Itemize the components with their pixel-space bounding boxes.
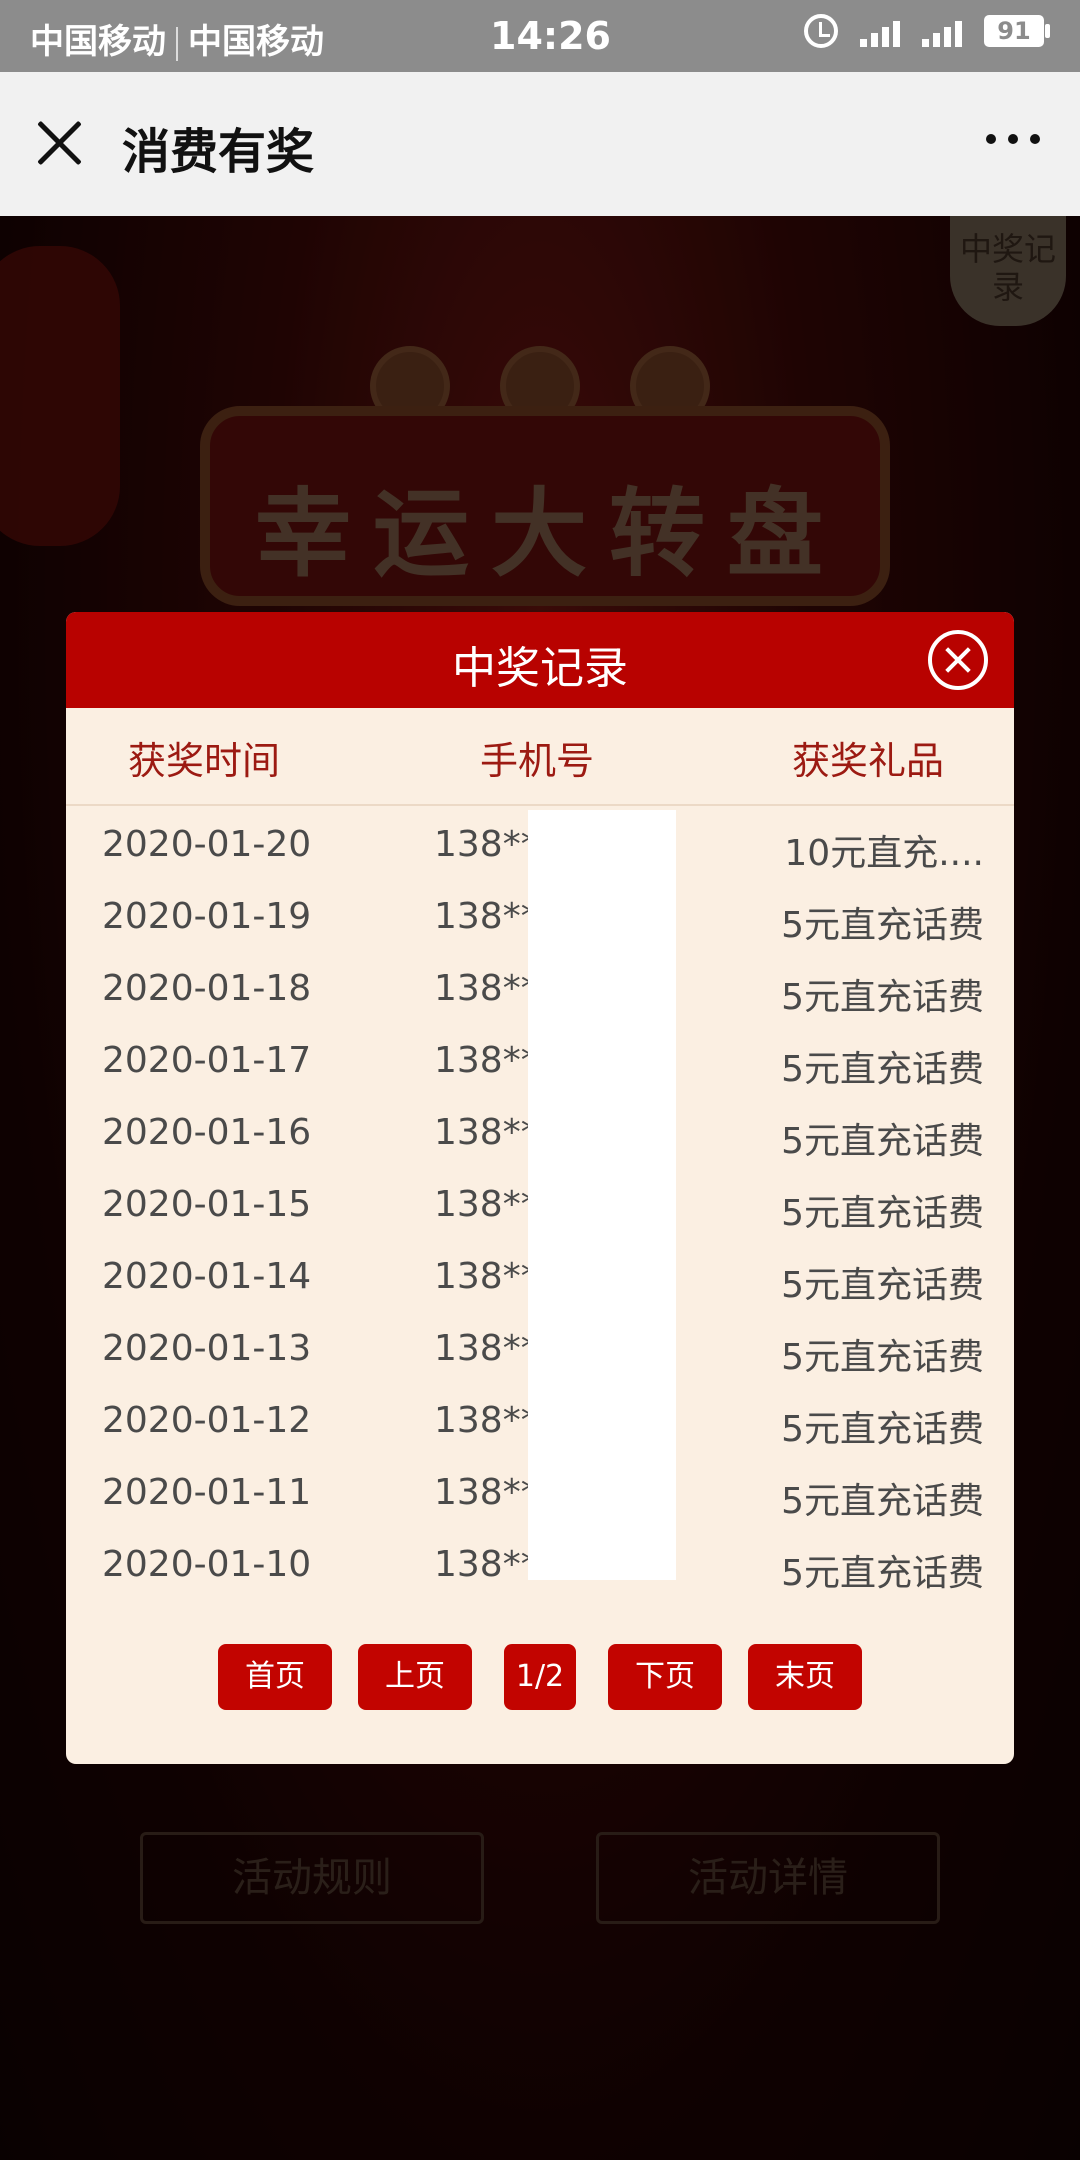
win-record-dialog: 中奖记录 获奖时间 手机号 获奖礼品 2020-01-20 138** 10元直充.… (66, 612, 1014, 1764)
row-prize: 10元直充.... (784, 833, 984, 874)
row-date: 2020-01-16 (102, 1112, 312, 1153)
battery-icon: 91 (984, 15, 1050, 47)
row-phone: 138** (434, 1400, 539, 1441)
carrier-1: 中国移动 (30, 22, 166, 62)
column-header-prize: 获奖礼品 (792, 739, 945, 783)
row-date: 2020-01-17 (102, 1040, 312, 1081)
pagination: 首页 上页 1/2 下页 末页 (66, 1644, 1014, 1710)
row-date: 2020-01-12 (102, 1400, 312, 1441)
table-header: 获奖时间 手机号 获奖礼品 (66, 708, 1014, 806)
row-phone: 138** (434, 896, 539, 937)
row-date: 2020-01-15 (102, 1184, 312, 1225)
row-phone: 138** (434, 1472, 539, 1513)
status-bar: 中国移动 中国移动 14:26 91 (0, 0, 1080, 72)
nav-bar: 消费有奖 (0, 72, 1080, 216)
row-date: 2020-01-14 (102, 1256, 312, 1297)
next-page-button[interactable]: 下页 (608, 1644, 722, 1710)
row-date: 2020-01-11 (102, 1472, 312, 1513)
phone-redaction-block (528, 810, 676, 1580)
carrier-2: 中国移动 (188, 22, 324, 62)
carrier-info: 中国移动 中国移动 (30, 14, 324, 63)
row-prize: 5元直充话费 (781, 1481, 984, 1522)
battery-level: 91 (997, 17, 1031, 45)
row-prize: 5元直充话费 (781, 1409, 984, 1450)
row-prize: 5元直充话费 (781, 977, 984, 1018)
signal-icon (860, 15, 900, 47)
row-prize: 5元直充话费 (781, 1337, 984, 1378)
row-prize: 5元直充话费 (781, 1121, 984, 1162)
row-phone: 138** (434, 1256, 539, 1297)
signal-4g-icon (922, 15, 962, 47)
column-header-phone: 手机号 (480, 739, 595, 783)
first-page-button[interactable]: 首页 (218, 1644, 332, 1710)
row-prize: 5元直充话费 (781, 905, 984, 946)
row-prize: 5元直充话费 (781, 1553, 984, 1594)
row-date: 2020-01-20 (102, 824, 312, 865)
row-phone: 138** (434, 1544, 539, 1585)
status-time: 14:26 (490, 14, 611, 58)
alarm-icon (804, 14, 838, 48)
close-dialog-icon[interactable] (928, 630, 988, 690)
row-prize: 5元直充话费 (781, 1049, 984, 1090)
prev-page-button[interactable]: 上页 (358, 1644, 472, 1710)
column-header-time: 获奖时间 (128, 739, 281, 783)
row-date: 2020-01-18 (102, 968, 312, 1009)
row-phone: 138** (434, 1040, 539, 1081)
close-icon[interactable] (34, 118, 84, 168)
page-title: 消费有奖 (122, 124, 315, 180)
row-prize: 5元直充话费 (781, 1193, 984, 1234)
dialog-header: 中奖记录 (66, 612, 1014, 708)
row-prize: 5元直充话费 (781, 1265, 984, 1306)
row-phone: 138** (434, 1112, 539, 1153)
row-date: 2020-01-19 (102, 896, 312, 937)
status-icons: 91 (804, 14, 1050, 48)
row-date: 2020-01-10 (102, 1544, 312, 1585)
more-icon[interactable] (986, 134, 1040, 144)
last-page-button[interactable]: 末页 (748, 1644, 862, 1710)
row-phone: 138** (434, 824, 539, 865)
dialog-title: 中奖记录 (452, 643, 628, 694)
carrier-divider (176, 26, 178, 61)
row-phone: 138** (434, 1184, 539, 1225)
row-phone: 138** (434, 968, 539, 1009)
page-indicator: 1/2 (504, 1644, 576, 1710)
row-date: 2020-01-13 (102, 1328, 312, 1369)
row-phone: 138** (434, 1328, 539, 1369)
